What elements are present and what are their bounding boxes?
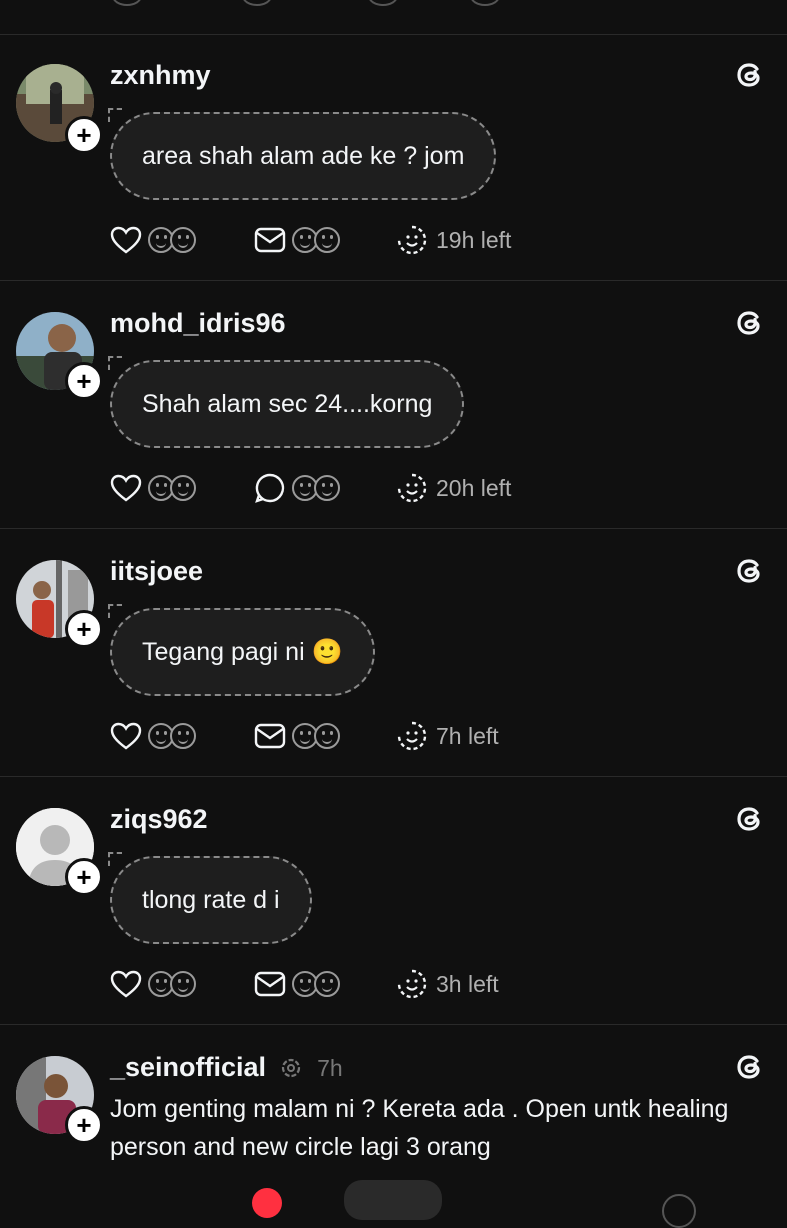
threads-logo-icon[interactable] bbox=[733, 802, 767, 836]
reaction-faces-icon[interactable] bbox=[148, 971, 196, 997]
time-left: 19h left bbox=[436, 226, 512, 253]
bubble-tail bbox=[108, 604, 122, 618]
profile-avatar-icon[interactable] bbox=[662, 1194, 696, 1228]
note-bubble: area shah alam ade ke ? jom bbox=[110, 112, 497, 200]
envelope-icon[interactable] bbox=[242, 0, 272, 6]
reaction-faces-icon[interactable] bbox=[292, 475, 340, 501]
reaction-faces-icon[interactable] bbox=[148, 723, 196, 749]
reaction-faces-icon[interactable] bbox=[292, 227, 340, 253]
heart-icon[interactable] bbox=[110, 225, 142, 255]
action-row: 20h left bbox=[110, 470, 750, 506]
repost-icon[interactable] bbox=[368, 0, 398, 6]
reaction-faces-icon[interactable] bbox=[292, 971, 340, 997]
heart-icon[interactable] bbox=[110, 969, 142, 999]
comment-icon[interactable] bbox=[254, 472, 286, 504]
threads-logo-icon[interactable] bbox=[733, 306, 767, 340]
note-bubble: Shah alam sec 24....korng bbox=[110, 360, 465, 448]
threads-logo-icon[interactable] bbox=[733, 58, 767, 92]
bubble-tail bbox=[108, 356, 122, 370]
bubble-tail bbox=[108, 852, 122, 866]
envelope-icon[interactable] bbox=[254, 971, 286, 997]
username[interactable]: zxnhmy bbox=[110, 60, 211, 91]
previous-post-actions-strip bbox=[0, 0, 787, 35]
follow-plus-button[interactable]: + bbox=[65, 610, 103, 648]
envelope-icon[interactable] bbox=[254, 227, 286, 253]
username-text[interactable]: _seinofficial bbox=[110, 1052, 266, 1082]
follow-plus-button[interactable]: + bbox=[65, 362, 103, 400]
follow-plus-button[interactable]: + bbox=[65, 116, 103, 154]
heart-icon[interactable] bbox=[110, 473, 142, 503]
action-row: 3h left bbox=[110, 966, 750, 1002]
username[interactable]: mohd_idris96 bbox=[110, 308, 286, 339]
envelope-icon[interactable] bbox=[254, 723, 286, 749]
post-text: Jom genting malam ni ? Kereta ada . Open… bbox=[110, 1095, 729, 1161]
reaction-faces-icon[interactable] bbox=[148, 227, 196, 253]
action-row: 19h left bbox=[110, 222, 750, 258]
username[interactable]: iitsjoee bbox=[110, 556, 203, 587]
timer-face-icon bbox=[397, 969, 427, 999]
post-time: 7h bbox=[317, 1055, 343, 1081]
bottom-tab-bar bbox=[0, 1180, 787, 1228]
create-post-button[interactable] bbox=[344, 1180, 442, 1220]
timer-face-icon bbox=[397, 225, 427, 255]
heart-icon[interactable] bbox=[112, 0, 142, 6]
timer-face-icon bbox=[397, 721, 427, 751]
heart-icon[interactable] bbox=[110, 721, 142, 751]
post-card: + ziqs962 tlong rate d i 3h left bbox=[0, 776, 787, 1025]
reaction-faces-icon[interactable] bbox=[292, 723, 340, 749]
repost-ring-icon bbox=[281, 1058, 300, 1078]
follow-plus-button[interactable]: + bbox=[65, 858, 103, 896]
note-bubble: tlong rate d i bbox=[110, 856, 312, 944]
share-icon[interactable] bbox=[470, 0, 500, 6]
time-left: 20h left bbox=[436, 474, 512, 501]
note-bubble: Tegang pagi ni 🙂 bbox=[110, 608, 375, 696]
action-row: 7h left bbox=[110, 718, 750, 754]
post-card: + mohd_idris96 Shah alam sec 24....korng… bbox=[0, 280, 787, 529]
post-card: + _seinofficial 7h Jom genting malam ni … bbox=[0, 1024, 787, 1200]
username[interactable]: _seinofficial 7h bbox=[110, 1052, 343, 1083]
post-card: + iitsjoee Tegang pagi ni 🙂 7h left bbox=[0, 528, 787, 777]
post-card: + zxnhmy area shah alam ade ke ? jom 19h… bbox=[0, 34, 787, 281]
threads-logo-icon[interactable] bbox=[733, 1050, 767, 1084]
bubble-tail bbox=[108, 108, 122, 122]
threads-logo-icon[interactable] bbox=[733, 554, 767, 588]
username[interactable]: ziqs962 bbox=[110, 804, 208, 835]
follow-plus-button[interactable]: + bbox=[65, 1106, 103, 1144]
time-left: 3h left bbox=[436, 970, 499, 997]
time-left: 7h left bbox=[436, 722, 499, 749]
timer-face-icon bbox=[397, 473, 427, 503]
reaction-faces-icon[interactable] bbox=[148, 475, 196, 501]
notification-badge[interactable] bbox=[252, 1188, 282, 1218]
